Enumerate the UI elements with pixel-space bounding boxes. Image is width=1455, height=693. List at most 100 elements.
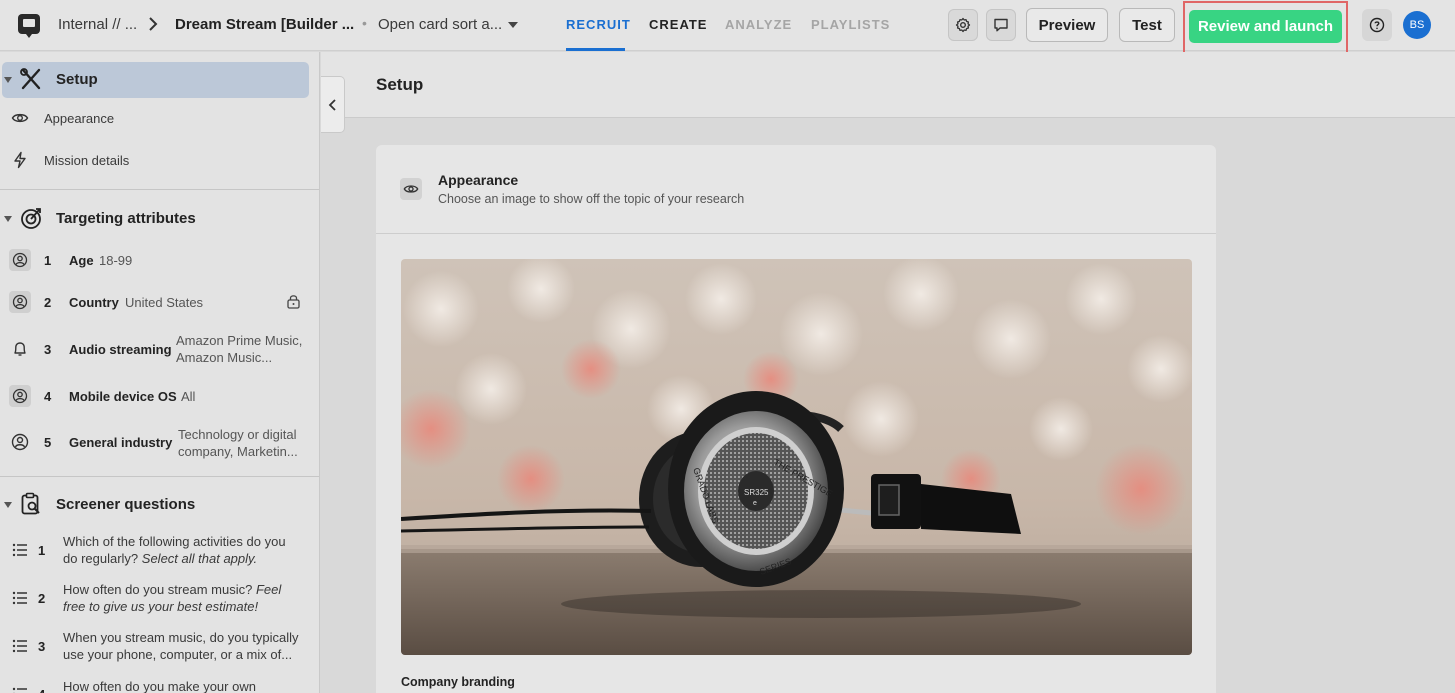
review-and-launch-button[interactable]: Review and launch: [1189, 10, 1342, 43]
tab-analyze[interactable]: ANALYZE: [725, 17, 792, 32]
breadcrumb-project[interactable]: Internal // ...: [58, 16, 137, 33]
question-text-main: How often do you make your own: [63, 679, 256, 693]
attribute-value-line1: Amazon Prime Music,: [176, 333, 303, 348]
attribute-name: Audio streaming: [69, 342, 172, 357]
collapse-arrow-icon[interactable]: [4, 216, 12, 222]
screener-question-row[interactable]: 4 How often do you make your own: [0, 676, 319, 693]
tools-icon: [20, 68, 41, 90]
person-icon: [9, 431, 31, 453]
test-button[interactable]: Test: [1119, 8, 1175, 42]
chat-bubble-icon: [994, 18, 1008, 32]
targeting-attribute-row[interactable]: 2 Country United States: [0, 290, 319, 314]
list-icon: [9, 587, 31, 609]
cover-image[interactable]: SR325 e THE PRESTIGE GRADO LABS SERIES: [401, 259, 1192, 655]
user-circle-icon: [9, 249, 31, 271]
tab-create[interactable]: CREATE: [649, 17, 707, 32]
section-setup[interactable]: Setup: [2, 62, 309, 98]
settings-button[interactable]: [948, 9, 978, 41]
screener-title: Screener questions: [56, 496, 196, 513]
section-screener-questions[interactable]: Screener questions: [0, 487, 319, 523]
attribute-value-line2: company, Marketin...: [178, 444, 298, 459]
help-button[interactable]: [1362, 9, 1392, 41]
attribute-value: 18-99: [99, 253, 133, 268]
attribute-value: All: [181, 389, 196, 404]
app-logo-icon[interactable]: [17, 13, 41, 39]
top-bar: Internal // ... Dream Stream [Builder ..…: [0, 0, 1455, 54]
tab-playlists[interactable]: PLAYLISTS: [811, 17, 890, 32]
attribute-number: 5: [44, 435, 52, 450]
question-number: 2: [38, 591, 46, 606]
question-text: How often do you stream music? Feel free…: [63, 581, 303, 615]
headphone-model-text: SR325: [744, 488, 769, 497]
lightning-icon: [9, 149, 31, 171]
card-subtitle: Choose an image to show off the topic of…: [438, 192, 745, 206]
user-avatar[interactable]: BS: [1403, 11, 1431, 39]
chevron-left-icon: [328, 98, 336, 111]
study-type-selector[interactable]: Open card sort a...: [378, 16, 502, 33]
question-number: 3: [38, 639, 46, 654]
setup-title: Setup: [56, 71, 98, 88]
question-text-main: How often do you stream music?: [63, 582, 253, 597]
question-hint: Select all that apply.: [141, 551, 258, 566]
comments-button[interactable]: [986, 9, 1016, 41]
eye-icon: [400, 178, 422, 200]
bell-icon: [9, 338, 31, 360]
preview-button[interactable]: Preview: [1026, 8, 1108, 42]
targeting-attribute-row[interactable]: 4 Mobile device OS All: [0, 384, 319, 408]
targeting-title: Targeting attributes: [56, 210, 196, 227]
breadcrumb-dot: •: [362, 15, 367, 31]
list-icon: [9, 539, 31, 561]
attribute-value: United States: [125, 295, 204, 310]
lock-icon: [287, 295, 300, 309]
attribute-name: General industry: [69, 435, 173, 450]
section-divider: [0, 476, 319, 477]
breadcrumb-study[interactable]: Dream Stream [Builder ...: [175, 16, 354, 33]
attribute-name: Mobile device OS: [69, 389, 177, 404]
attribute-number: 3: [44, 342, 52, 357]
attribute-number: 1: [44, 253, 52, 268]
attribute-name: Country: [69, 295, 119, 310]
screener-question-row[interactable]: 2 How often do you stream music? Feel fr…: [0, 580, 319, 616]
collapse-arrow-icon[interactable]: [4, 502, 12, 508]
sidebar-item-label: Appearance: [44, 111, 115, 126]
page-header: [321, 52, 1455, 118]
caret-down-icon[interactable]: [507, 20, 519, 30]
question-number: 1: [38, 543, 46, 558]
targeting-attribute-row[interactable]: 1 Age 18-99: [0, 248, 319, 272]
section-divider: [0, 189, 319, 190]
list-icon: [9, 635, 31, 657]
list-icon: [9, 683, 31, 693]
eye-icon: [9, 107, 31, 129]
gear-icon: [955, 17, 971, 33]
targeting-attribute-row[interactable]: 3 Audio streaming Amazon Prime Music, Am…: [0, 331, 319, 367]
attribute-value-line2: Amazon Music...: [176, 350, 273, 365]
tab-recruit[interactable]: RECRUIT: [566, 17, 631, 32]
attribute-number: 2: [44, 295, 52, 310]
chevron-right-icon: [149, 17, 158, 31]
collapse-sidebar-button[interactable]: [321, 76, 345, 133]
sidebar-item-mission-details[interactable]: Mission details: [0, 148, 319, 172]
company-branding-label: Company branding: [401, 675, 515, 689]
attribute-name: Age: [69, 253, 94, 268]
user-circle-icon: [9, 291, 31, 313]
sidebar-item-appearance[interactable]: Appearance: [0, 106, 319, 130]
active-tab-indicator: [566, 48, 625, 51]
targeting-attribute-row[interactable]: 5 General industry Technology or digital…: [0, 424, 319, 460]
attribute-value-line1: Technology or digital: [178, 427, 297, 442]
user-circle-icon: [9, 385, 31, 407]
question-text: When you stream music, do you typically …: [63, 629, 303, 663]
screener-question-row[interactable]: 1 Which of the following activities do y…: [0, 532, 319, 568]
attribute-number: 4: [44, 389, 52, 404]
card-title: Appearance: [438, 172, 519, 188]
clipboard-search-icon: [21, 492, 40, 515]
collapse-arrow-icon[interactable]: [4, 77, 12, 83]
question-text-main: When you stream music, do you typically …: [63, 630, 299, 662]
sidebar: Setup Appearance Mission details Targeti…: [0, 52, 320, 693]
headphone-badge-text: e: [753, 500, 757, 507]
question-text: Which of the following activities do you…: [63, 533, 303, 567]
target-icon: [21, 208, 41, 229]
question-number: 4: [38, 687, 45, 693]
screener-question-row[interactable]: 3 When you stream music, do you typicall…: [0, 628, 319, 664]
section-targeting-attributes[interactable]: Targeting attributes: [0, 201, 319, 237]
page-title: Setup: [376, 75, 424, 94]
